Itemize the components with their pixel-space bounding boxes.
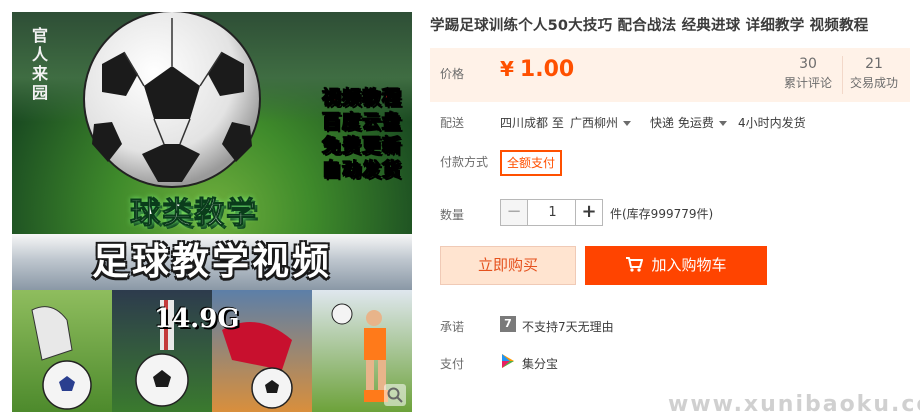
product-image[interactable]: 官人来园 视频教程 百度云盘 免费更新 自动发货 球类教学 足球教学视频 14.… (12, 12, 412, 412)
size-label: 14.9G (154, 304, 240, 334)
quantity-stepper: − + (500, 199, 603, 226)
review-label: 累计评论 (783, 76, 832, 90)
sold-stat[interactable]: 21 交易成功 (842, 54, 906, 92)
ship-time: 4小时内发货 (738, 116, 806, 130)
delivery-label: 配送 (440, 116, 465, 130)
price-value: ¥1.00 (500, 57, 574, 82)
review-count: 30 (799, 56, 817, 72)
feature-tag: 百度云盘 (321, 111, 402, 134)
zoom-icon[interactable] (384, 384, 406, 406)
watermark: www.xunibaoku.com (668, 392, 920, 417)
photo-goalkeeper (12, 290, 112, 412)
chevron-down-icon (623, 121, 632, 126)
quantity-input[interactable] (529, 200, 576, 225)
price-label: 价格 (440, 67, 465, 81)
sold-label: 交易成功 (849, 76, 898, 90)
seal-logo: 官人来园 (31, 26, 48, 102)
promise-label: 承诺 (440, 320, 465, 334)
price-amount: 1.00 (519, 57, 575, 82)
pay-method[interactable]: 集分宝 (522, 355, 558, 372)
review-stat[interactable]: 30 累计评论 (776, 54, 840, 92)
sold-count: 21 (865, 56, 883, 72)
ball-category-text: 球类教学 (130, 196, 258, 232)
buy-now-button[interactable]: 立即购买 (440, 246, 576, 285)
currency-symbol: ¥ (500, 57, 514, 81)
feature-tags: 视频教程 百度云盘 免费更新 自动发货 (321, 86, 402, 182)
seven-day-icon: 7 (500, 316, 516, 332)
delivery-destination-select[interactable]: 广西柳州 (570, 114, 632, 131)
promise-text[interactable]: 不支持7天无理由 (522, 318, 614, 335)
cart-icon (626, 257, 644, 272)
full-payment-option[interactable]: 全额支付 (500, 150, 562, 176)
delivery-method: 快递 免运费 (650, 116, 714, 130)
stock-text: 件(库存999779件) (610, 207, 714, 221)
delivery-method-select[interactable]: 快递 免运费 (650, 114, 727, 131)
payment-type-label: 付款方式 (440, 155, 489, 169)
increase-button[interactable]: + (575, 200, 602, 225)
banner-title: 足球教学视频 (92, 240, 332, 283)
add-to-cart-button[interactable]: 加入购物车 (585, 246, 767, 285)
product-title: 学踢足球训练个人50大技巧 配合战法 经典进球 详细教学 视频教程 (430, 18, 869, 34)
feature-tag: 自动发货 (321, 159, 402, 182)
feature-tag: 视频教程 (321, 87, 402, 110)
price-panel: 价格 ¥1.00 30 累计评论 21 交易成功 (430, 48, 910, 102)
add-to-cart-label: 加入购物车 (651, 256, 727, 274)
feature-tag: 免费更新 (321, 135, 402, 158)
quantity-label: 数量 (440, 208, 465, 222)
delivery-destination: 广西柳州 (570, 116, 619, 130)
chevron-down-icon (718, 121, 727, 126)
soccer-ball-illustration (83, 12, 261, 188)
jifenbao-icon (502, 354, 514, 368)
delivery-from: 四川成都 至 (500, 116, 564, 130)
pay-label: 支付 (440, 357, 465, 371)
decrease-button[interactable]: − (501, 200, 528, 225)
